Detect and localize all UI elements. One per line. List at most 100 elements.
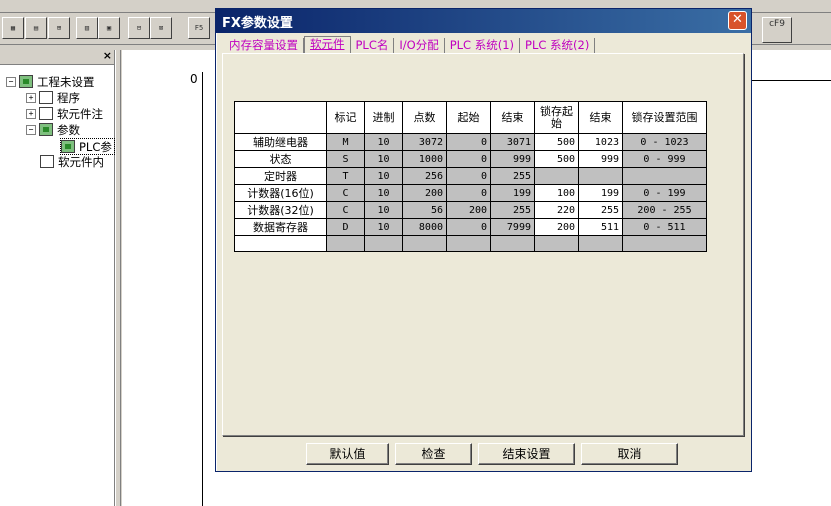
dialog-button-row: 默认值 检查 结束设置 取消 [306, 443, 684, 465]
grid-row [234, 235, 707, 252]
tab-plc-name[interactable]: PLC名 [351, 38, 395, 54]
cell-radix: 10 [364, 150, 403, 168]
cell-end: 255 [490, 201, 535, 219]
tree-item-label: 工程未设置 [37, 74, 95, 89]
project-icon [19, 75, 33, 88]
panel-splitter[interactable] [115, 50, 121, 506]
tab-memory-capacity[interactable]: 内存容量设置 [224, 38, 304, 54]
plc-parameter-icon [61, 140, 75, 153]
fx-parameter-dialog: FX参数设置 ✕ 内存容量设置 软元件 PLC名 I/O分配 PLC 系统(1)… [215, 8, 752, 472]
cell-latch-range: 0 - 511 [622, 218, 707, 236]
cell-radix [364, 235, 403, 252]
cell-latch-start[interactable]: 500 [534, 150, 579, 168]
cell-latch-end[interactable]: 999 [578, 150, 623, 168]
tree-item-device-memory[interactable]: 软元件内 [40, 154, 104, 169]
cell-latch-start[interactable] [534, 167, 579, 185]
device-settings-grid: 标记 进制 点数 起始 结束 锁存起始 结束 锁存设置范围 辅助继电器 M 10 30… [234, 101, 707, 252]
expand-icon[interactable]: + [26, 108, 36, 119]
cell-latch-end[interactable] [578, 167, 623, 185]
tree-panel-header: × [0, 49, 114, 65]
toolbar-button-2[interactable]: ▤ [25, 17, 47, 39]
cell-radix: 10 [364, 167, 403, 185]
cell-latch-end[interactable]: 199 [578, 184, 623, 202]
cell-latch-end[interactable] [578, 235, 623, 252]
cell-latch-start[interactable]: 200 [534, 218, 579, 236]
cell-end: 199 [490, 184, 535, 202]
tree-item-parameter[interactable]: − 参数 [26, 122, 80, 137]
cell-end: 3071 [490, 133, 535, 151]
tree-item-label: PLC参 [79, 139, 112, 154]
grid-row: 辅助继电器 M 10 3072 0 3071 500 1023 0 - 1023 [234, 133, 707, 151]
cell-latch-end[interactable]: 1023 [578, 133, 623, 151]
tree-item-device-comment[interactable]: + 软元件注 [26, 106, 103, 121]
toolbar-button-6[interactable]: ⊟ [128, 17, 150, 39]
tree-close-button[interactable]: × [103, 49, 112, 62]
cell-device-name: 状态 [234, 150, 327, 168]
collapse-icon[interactable]: − [26, 124, 36, 135]
grid-row: 数据寄存器 D 10 8000 0 7999 200 511 0 - 511 [234, 218, 707, 236]
project-tree-panel: × − 工程未设置 + 程序 + 软元件注 − 参数 PLC参 软元件内 [0, 49, 115, 506]
cell-points: 200 [402, 184, 447, 202]
cell-mark [326, 235, 365, 252]
cell-latch-start[interactable]: 100 [534, 184, 579, 202]
cell-mark: S [326, 150, 365, 168]
tree-item-plc-parameter[interactable]: PLC参 [60, 138, 115, 155]
close-button[interactable]: ✕ [728, 11, 747, 30]
check-button[interactable]: 检查 [395, 443, 472, 465]
cell-device-name: 计数器(16位) [234, 184, 327, 202]
toolbar-button-4[interactable]: ▥ [76, 17, 98, 39]
cell-mark: C [326, 184, 365, 202]
cell-end: 7999 [490, 218, 535, 236]
cell-latch-start[interactable] [534, 235, 579, 252]
toolbar-button-7[interactable]: ⊠ [150, 17, 172, 39]
cancel-button[interactable]: 取消 [581, 443, 678, 465]
tree-item-label: 程序 [57, 90, 80, 105]
column-header-points: 点数 [402, 101, 447, 134]
dialog-title: FX参数设置 [222, 15, 293, 31]
cell-end: 999 [490, 150, 535, 168]
step-number: 0 [190, 72, 198, 86]
tab-device[interactable]: 软元件 [304, 36, 351, 54]
tab-strip: 内存容量设置 软元件 PLC名 I/O分配 PLC 系统(1) PLC 系统(2… [224, 36, 596, 54]
cell-end: 255 [490, 167, 535, 185]
cell-points: 256 [402, 167, 447, 185]
parameter-icon [39, 123, 53, 136]
cell-points: 8000 [402, 218, 447, 236]
cell-latch-end[interactable]: 255 [578, 201, 623, 219]
cell-points: 3072 [402, 133, 447, 151]
cell-device-name: 辅助继电器 [234, 133, 327, 151]
cell-latch-start[interactable]: 500 [534, 133, 579, 151]
grid-row: 定时器 T 10 256 0 255 [234, 167, 707, 185]
cf9-button[interactable]: cF9 [762, 17, 792, 43]
cell-latch-start[interactable]: 220 [534, 201, 579, 219]
toolbar-button-1[interactable]: ▦ [2, 17, 24, 39]
tree-item-label: 软元件内 [58, 154, 104, 169]
column-header-end: 结束 [490, 101, 535, 134]
toolbar-button-3[interactable]: ⊞ [48, 17, 70, 39]
cell-start: 0 [446, 218, 491, 236]
device-memory-icon [40, 155, 54, 168]
toolbar-button-5[interactable]: ▣ [98, 17, 120, 39]
collapse-icon[interactable]: − [6, 76, 16, 87]
tree-item-project[interactable]: − 工程未设置 [6, 74, 95, 89]
dialog-titlebar[interactable]: FX参数设置 ✕ [216, 9, 751, 33]
finish-settings-button[interactable]: 结束设置 [478, 443, 575, 465]
cell-radix: 10 [364, 201, 403, 219]
cell-end [490, 235, 535, 252]
tree-item-label: 参数 [57, 122, 80, 137]
tab-plc-system-1[interactable]: PLC 系统(1) [445, 38, 521, 54]
left-bus-rail [202, 72, 203, 506]
cell-points: 56 [402, 201, 447, 219]
cell-points: 1000 [402, 150, 447, 168]
cell-device-name [234, 235, 327, 252]
f5-button[interactable]: F5 [188, 17, 210, 39]
cell-mark: C [326, 201, 365, 219]
cell-latch-end[interactable]: 511 [578, 218, 623, 236]
tab-io-assignment[interactable]: I/O分配 [394, 38, 445, 54]
expand-icon[interactable]: + [26, 92, 36, 103]
default-button[interactable]: 默认值 [306, 443, 389, 465]
cell-start: 0 [446, 167, 491, 185]
tab-plc-system-2[interactable]: PLC 系统(2) [520, 38, 596, 54]
cell-start: 0 [446, 150, 491, 168]
tree-item-program[interactable]: + 程序 [26, 90, 80, 105]
